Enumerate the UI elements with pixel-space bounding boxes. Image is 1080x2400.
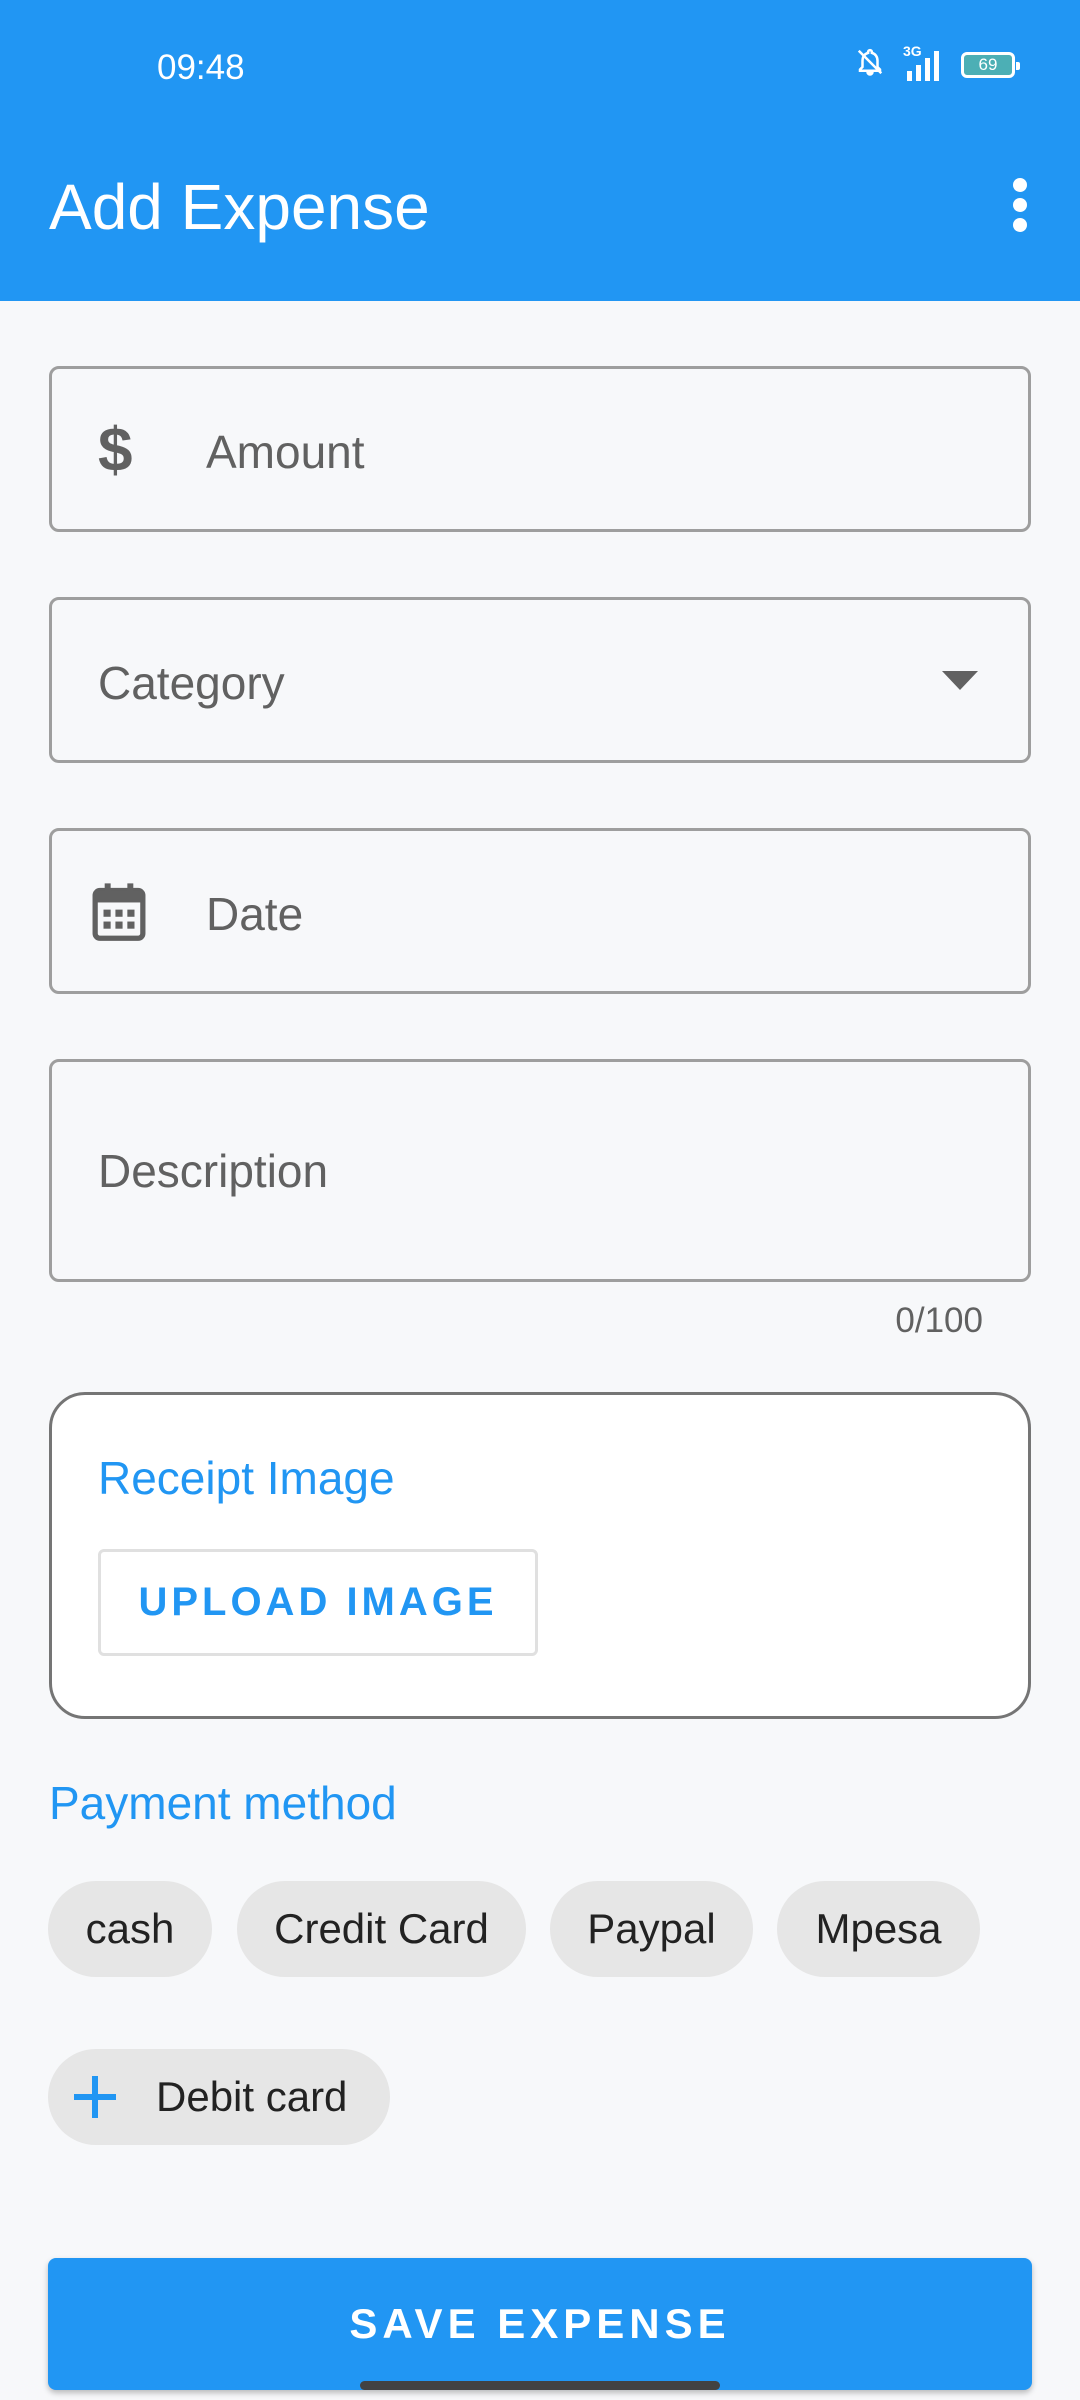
- description-field[interactable]: Description: [49, 1059, 1031, 1282]
- chip-paypal[interactable]: Paypal: [550, 1881, 753, 1977]
- plus-icon: [72, 2074, 118, 2120]
- date-field[interactable]: Date: [49, 828, 1031, 994]
- more-vert-icon[interactable]: [990, 175, 1050, 235]
- description-label: Description: [98, 1145, 329, 1197]
- chip-credit-card[interactable]: Credit Card: [237, 1881, 526, 1977]
- description-counter: 0/100: [895, 1301, 983, 1340]
- debit-card-label: Debit card: [156, 2073, 348, 2120]
- status-time: 09:48: [157, 48, 245, 87]
- app-bar: 09:48 3G 69 Add Expense: [0, 0, 1080, 301]
- page-title: Add Expense: [49, 171, 430, 243]
- upload-image-button[interactable]: UPLOAD IMAGE: [98, 1549, 538, 1656]
- receipt-card: Receipt Image UPLOAD IMAGE: [49, 1392, 1031, 1719]
- navigation-handle[interactable]: [360, 2381, 720, 2390]
- category-label: Category: [98, 657, 285, 709]
- chip-cash[interactable]: cash: [48, 1881, 212, 1977]
- signal-icon: 3G: [903, 43, 943, 81]
- date-label: Date: [206, 888, 304, 940]
- calendar-icon: [90, 881, 148, 948]
- amount-label: Amount: [206, 426, 365, 478]
- category-dropdown[interactable]: Category: [49, 597, 1031, 763]
- network-type: 3G: [903, 42, 922, 59]
- amount-field[interactable]: $ Amount: [49, 366, 1031, 532]
- dropdown-arrow-icon: [942, 671, 978, 696]
- chip-mpesa[interactable]: Mpesa: [777, 1881, 980, 1977]
- status-icons: 3G 69: [855, 43, 1020, 83]
- receipt-title: Receipt Image: [98, 1452, 395, 1504]
- mute-icon: [855, 46, 885, 83]
- save-expense-button[interactable]: SAVE EXPENSE: [48, 2258, 1032, 2390]
- dollar-icon: $: [98, 416, 133, 485]
- chip-add-debit-card[interactable]: Debit card: [48, 2049, 390, 2145]
- battery-level: 69: [978, 54, 998, 74]
- battery-icon: 69: [961, 51, 1020, 78]
- payment-method-title: Payment method: [49, 1777, 397, 1829]
